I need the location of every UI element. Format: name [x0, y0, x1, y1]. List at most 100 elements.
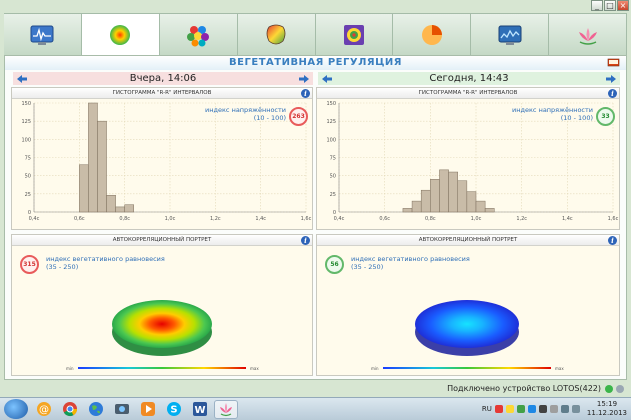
- action-center-icon[interactable]: [549, 405, 558, 413]
- brain-map-icon: [266, 24, 286, 44]
- histogram-bar: [475, 200, 486, 213]
- histogram-bar: [124, 204, 134, 213]
- mail-icon: @: [37, 402, 51, 416]
- x-tick-label: 0,4c: [29, 216, 40, 222]
- clock[interactable]: 15:19 11.12.2013: [587, 400, 627, 418]
- taskbar-word[interactable]: W: [188, 400, 212, 419]
- arrow-left-icon[interactable]: [17, 74, 27, 83]
- scale-min-label: min: [371, 366, 379, 371]
- media-center-icon: [115, 404, 129, 414]
- info-icon[interactable]: i: [301, 236, 310, 245]
- x-tick-label: 1,2c: [210, 216, 221, 222]
- color-scale: [383, 367, 551, 369]
- tab-target[interactable]: [315, 13, 394, 55]
- x-tick-label: 0,4c: [334, 216, 345, 222]
- start-button[interactable]: [4, 399, 28, 419]
- tab-brain-map[interactable]: [237, 13, 316, 55]
- scale-max-label: max: [555, 366, 564, 371]
- antivirus-icon[interactable]: [494, 405, 503, 413]
- taskbar-media-center[interactable]: [110, 400, 134, 419]
- arrow-left-icon[interactable]: [322, 74, 332, 83]
- maximize-button[interactable]: □: [604, 0, 616, 11]
- y-tick-label: 125: [326, 119, 336, 125]
- y-tick-label: 100: [21, 137, 31, 143]
- tab-wave[interactable]: [471, 13, 550, 55]
- volume-icon[interactable]: [571, 405, 580, 413]
- notification-icon[interactable]: [505, 405, 514, 413]
- main-panel: ВЕГЕТАТИВНАЯ РЕГУЛЯЦИЯ Вчера, 14:06 Сего…: [4, 55, 627, 380]
- day-label-today: Сегодня, 14:43: [429, 73, 509, 84]
- histogram-bar: [97, 120, 107, 213]
- y-tick-label: 100: [326, 137, 336, 143]
- stress-index-badge: 33: [596, 107, 615, 126]
- x-tick-label: 0,6c: [379, 216, 390, 222]
- module-tabs: [4, 13, 627, 55]
- tab-lotus[interactable]: [549, 13, 627, 55]
- dropbox-icon[interactable]: [538, 405, 547, 413]
- molecule-icon: [187, 25, 210, 46]
- skype-icon: S: [167, 402, 181, 416]
- histogram-bar: [430, 179, 440, 213]
- settings-status-icon[interactable]: [616, 385, 624, 393]
- book-icon[interactable]: [607, 57, 620, 68]
- lotus-app-icon: [220, 403, 232, 417]
- taskbar-lotus[interactable]: [214, 399, 238, 419]
- histogram-bar: [457, 180, 468, 213]
- connection-status: Подключено устройство LOTOS(422): [447, 384, 601, 393]
- tab-vegetative[interactable]: [81, 13, 160, 55]
- y-tick-label: 125: [21, 119, 31, 125]
- tab-molecule[interactable]: [159, 13, 238, 55]
- video-player-icon: [141, 402, 155, 416]
- histogram-bar: [402, 208, 413, 213]
- info-icon[interactable]: i: [608, 89, 617, 98]
- histogram-bar: [79, 164, 89, 213]
- status-bar: Подключено устройство LOTOS(422): [0, 381, 631, 396]
- chrome-icon: [63, 402, 78, 417]
- safely-remove-icon[interactable]: [516, 405, 525, 413]
- portrait-title: АВТОКОРРЕЛЯЦИОННЫЙ ПОРТРЕТ i: [12, 235, 312, 246]
- histogram-bar: [106, 195, 116, 213]
- ecg-monitor-icon: [30, 25, 54, 45]
- x-tick-label: 0,8c: [425, 216, 436, 222]
- tab-ecg[interactable]: [4, 13, 82, 55]
- histogram-bar: [466, 191, 477, 213]
- page-title: ВЕГЕТАТИВНАЯ РЕГУЛЯЦИЯ: [5, 56, 626, 70]
- histogram-title: ГИСТОГРАММА "R-R" ИНТЕРВАЛОВ i: [317, 88, 619, 99]
- stress-index-badge: 263: [289, 107, 308, 126]
- info-icon[interactable]: i: [608, 236, 617, 245]
- y-tick-label: 25: [25, 192, 31, 198]
- info-icon[interactable]: i: [301, 89, 310, 98]
- histogram-bar: [420, 189, 431, 213]
- y-tick-label: 75: [330, 156, 336, 162]
- wave-monitor-icon: [498, 25, 522, 45]
- y-tick-label: 25: [330, 192, 336, 198]
- histogram-yesterday: ГИСТОГРАММА "R-R" ИНТЕРВАЛОВ i 0 25 50 75 10…: [11, 87, 313, 230]
- network-icon[interactable]: [560, 405, 569, 413]
- stress-index-label: индекс напряжённости (10 - 100): [205, 106, 286, 122]
- portrait-title: АВТОКОРРЕЛЯЦИОННЫЙ ПОРТРЕТ i: [317, 235, 619, 246]
- histogram-bar: [115, 206, 125, 213]
- minimize-button[interactable]: _: [591, 0, 603, 11]
- taskbar-skype[interactable]: S: [162, 400, 186, 419]
- x-tick-label: 0,8c: [119, 216, 130, 222]
- histogram-today: ГИСТОГРАММА "R-R" ИНТЕРВАЛОВ i 0 25 50 75 10…: [316, 87, 620, 230]
- system-tray: RU 15:19 11.12.2013: [482, 400, 627, 418]
- x-tick-label: 1,0c: [165, 216, 176, 222]
- arrow-right-icon[interactable]: [606, 74, 616, 83]
- language-indicator[interactable]: RU: [482, 405, 492, 413]
- lotus-icon: [578, 27, 597, 45]
- heat-disc: min max: [66, 300, 259, 371]
- arrow-right-icon[interactable]: [298, 74, 309, 83]
- taskbar-chrome[interactable]: [58, 400, 82, 419]
- x-tick-label: 1,4c: [562, 216, 573, 222]
- close-button[interactable]: ×: [617, 0, 629, 11]
- x-tick-label: 0,6c: [74, 216, 85, 222]
- autocorrelation-portrait-yesterday: АВТОКОРРЕЛЯЦИОННЫЙ ПОРТРЕТ i 315 индекс …: [11, 234, 313, 376]
- histogram-bar: [88, 102, 98, 213]
- bluetooth-icon[interactable]: [527, 405, 536, 413]
- taskbar-globe[interactable]: [84, 400, 108, 419]
- taskbar-video-player[interactable]: [136, 400, 160, 419]
- tab-pie[interactable]: [393, 13, 472, 55]
- histogram-bar: [411, 200, 422, 213]
- taskbar-mail[interactable]: @: [32, 400, 56, 419]
